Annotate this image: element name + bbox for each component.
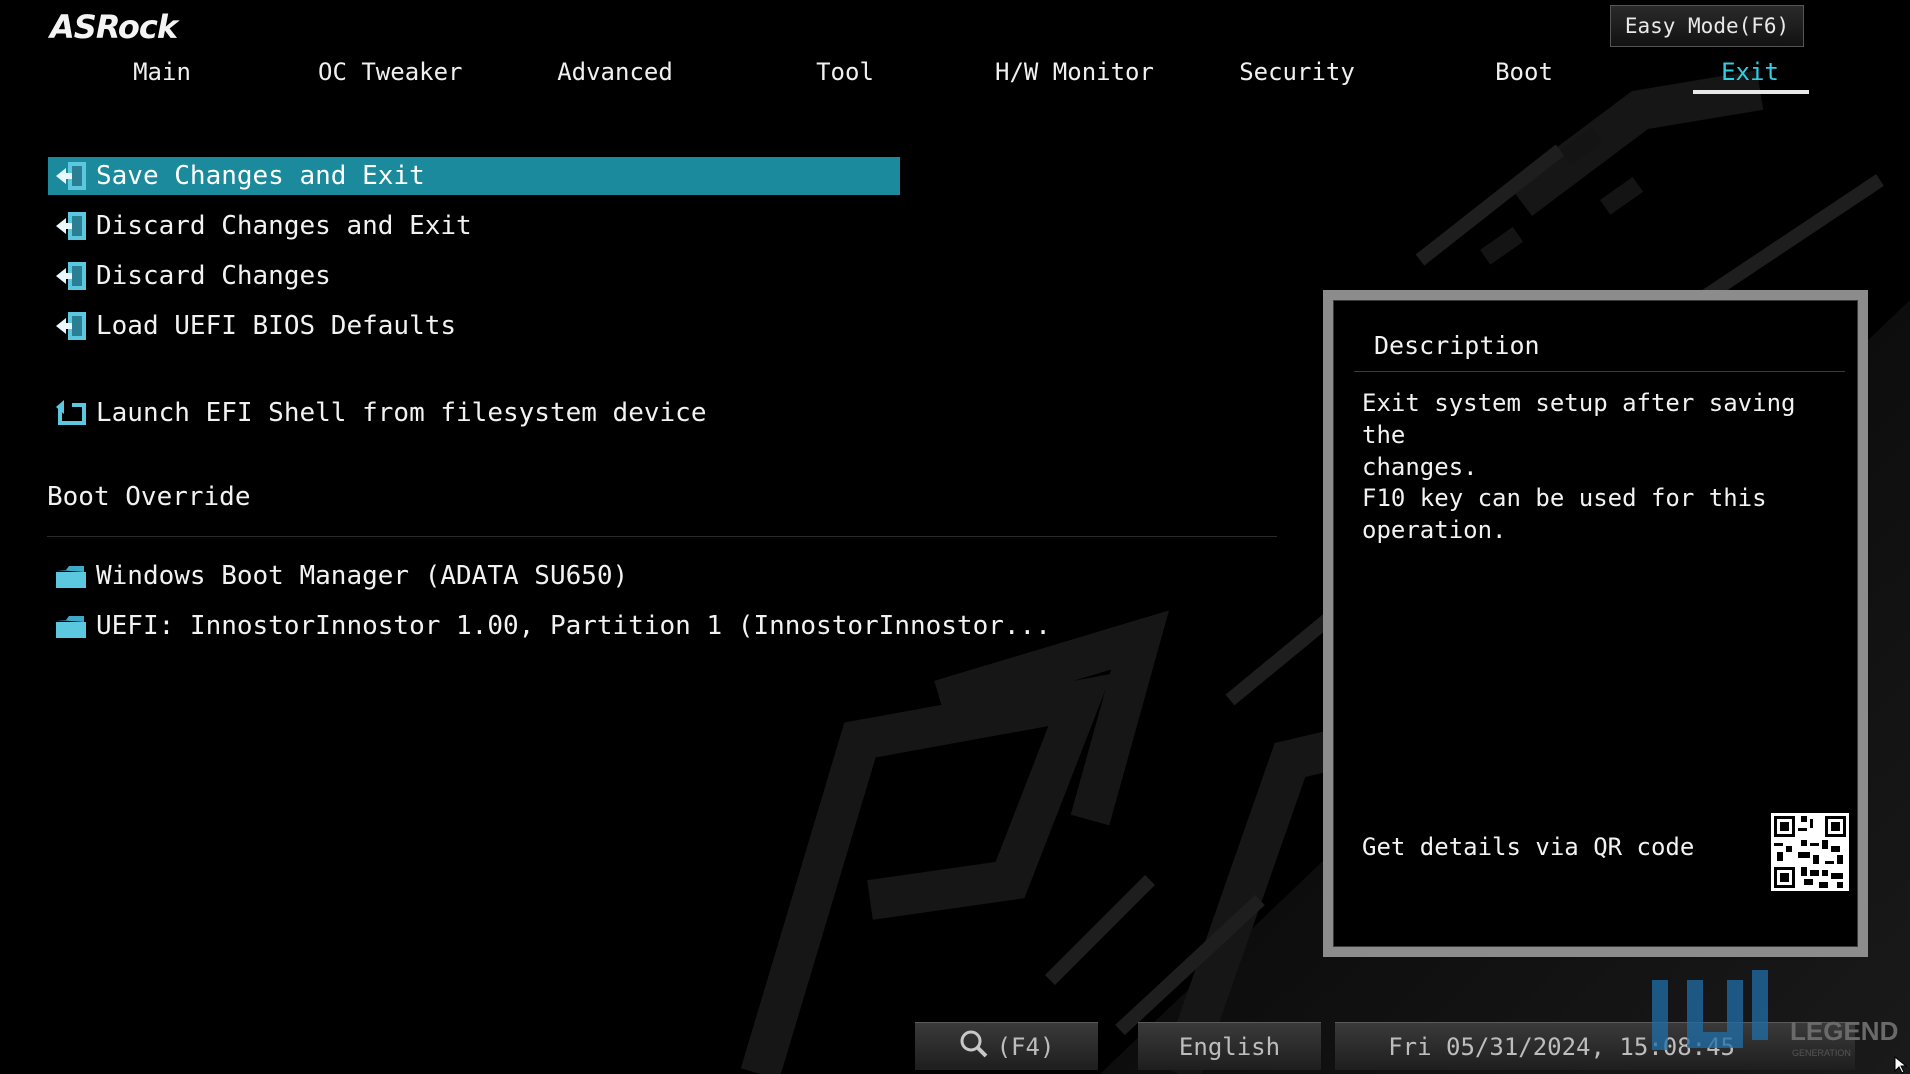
tab-hw-monitor[interactable]: H/W Monitor xyxy=(995,58,1154,94)
tab-oc-tweaker[interactable]: OC Tweaker xyxy=(318,58,463,94)
search-icon xyxy=(959,1029,989,1065)
search-shortcut-label: (F4) xyxy=(996,1032,1055,1061)
section-divider xyxy=(47,536,1277,537)
menu-item-label: Discard Changes and Exit xyxy=(96,211,472,241)
exit-door-icon xyxy=(54,260,88,292)
menu-item-discard-changes[interactable]: Discard Changes xyxy=(54,257,331,295)
menu-item-label: Save Changes and Exit xyxy=(96,161,425,191)
tab-boot[interactable]: Boot xyxy=(1474,58,1574,94)
description-title: Description xyxy=(1374,331,1540,360)
tab-bar: Main OC Tweaker Advanced Tool H/W Monito… xyxy=(0,0,1910,100)
watermark-subtext: GENERATION xyxy=(1792,1048,1851,1058)
tab-security[interactable]: Security xyxy=(1237,58,1357,94)
watermark-text: LEGEND xyxy=(1790,1016,1898,1046)
menu-item-discard-changes-and-exit[interactable]: Discard Changes and Exit xyxy=(54,207,472,245)
exit-door-icon xyxy=(54,160,88,192)
menu-item-label: Launch EFI Shell from filesystem device xyxy=(96,398,707,428)
mouse-cursor-icon xyxy=(1894,1055,1908,1074)
launch-arrow-icon xyxy=(54,397,88,429)
description-divider xyxy=(1354,371,1845,372)
tab-tool[interactable]: Tool xyxy=(795,58,895,94)
search-button[interactable]: (F4) xyxy=(915,1022,1098,1070)
tab-exit[interactable]: Exit xyxy=(1700,58,1800,94)
boot-item-uefi-innostor[interactable]: UEFI: InnostorInnostor 1.00, Partition 1… xyxy=(54,607,1051,645)
description-text-hotkey: F10 key can be used for this operation. xyxy=(1362,484,1767,544)
description-text-main: Exit system setup after saving the chang… xyxy=(1362,389,1796,481)
menu-item-label: UEFI: InnostorInnostor 1.00, Partition 1… xyxy=(96,611,1051,641)
boot-item-windows-boot-manager[interactable]: Windows Boot Manager (ADATA SU650) xyxy=(54,557,628,595)
menu-item-launch-efi-shell[interactable]: Launch EFI Shell from filesystem device xyxy=(54,394,706,432)
legend-watermark: LEGEND GENERATION xyxy=(1640,960,1910,1070)
tab-main[interactable]: Main xyxy=(112,58,212,94)
menu-item-label: Windows Boot Manager (ADATA SU650) xyxy=(96,561,629,591)
menu-item-label: Discard Changes xyxy=(96,261,331,291)
bios-screen: ASRock Easy Mode(F6) Main OC Tweaker Adv… xyxy=(0,0,1910,1074)
folder-icon xyxy=(54,610,88,642)
tab-advanced[interactable]: Advanced xyxy=(555,58,675,94)
language-button[interactable]: English xyxy=(1138,1022,1321,1070)
menu-item-label: Load UEFI BIOS Defaults xyxy=(96,311,457,341)
description-panel: Description Exit system setup after savi… xyxy=(1323,290,1868,957)
qr-label: Get details via QR code xyxy=(1362,833,1695,861)
qr-code xyxy=(1771,813,1849,891)
boot-override-heading: Boot Override xyxy=(47,482,251,512)
menu-item-load-uefi-bios-defaults[interactable]: Load UEFI BIOS Defaults xyxy=(54,307,456,345)
exit-door-icon xyxy=(54,210,88,242)
exit-door-icon xyxy=(54,310,88,342)
folder-icon xyxy=(54,560,88,592)
menu-item-save-changes-and-exit[interactable]: Save Changes and Exit xyxy=(54,157,425,195)
active-tab-underline xyxy=(1693,90,1809,94)
